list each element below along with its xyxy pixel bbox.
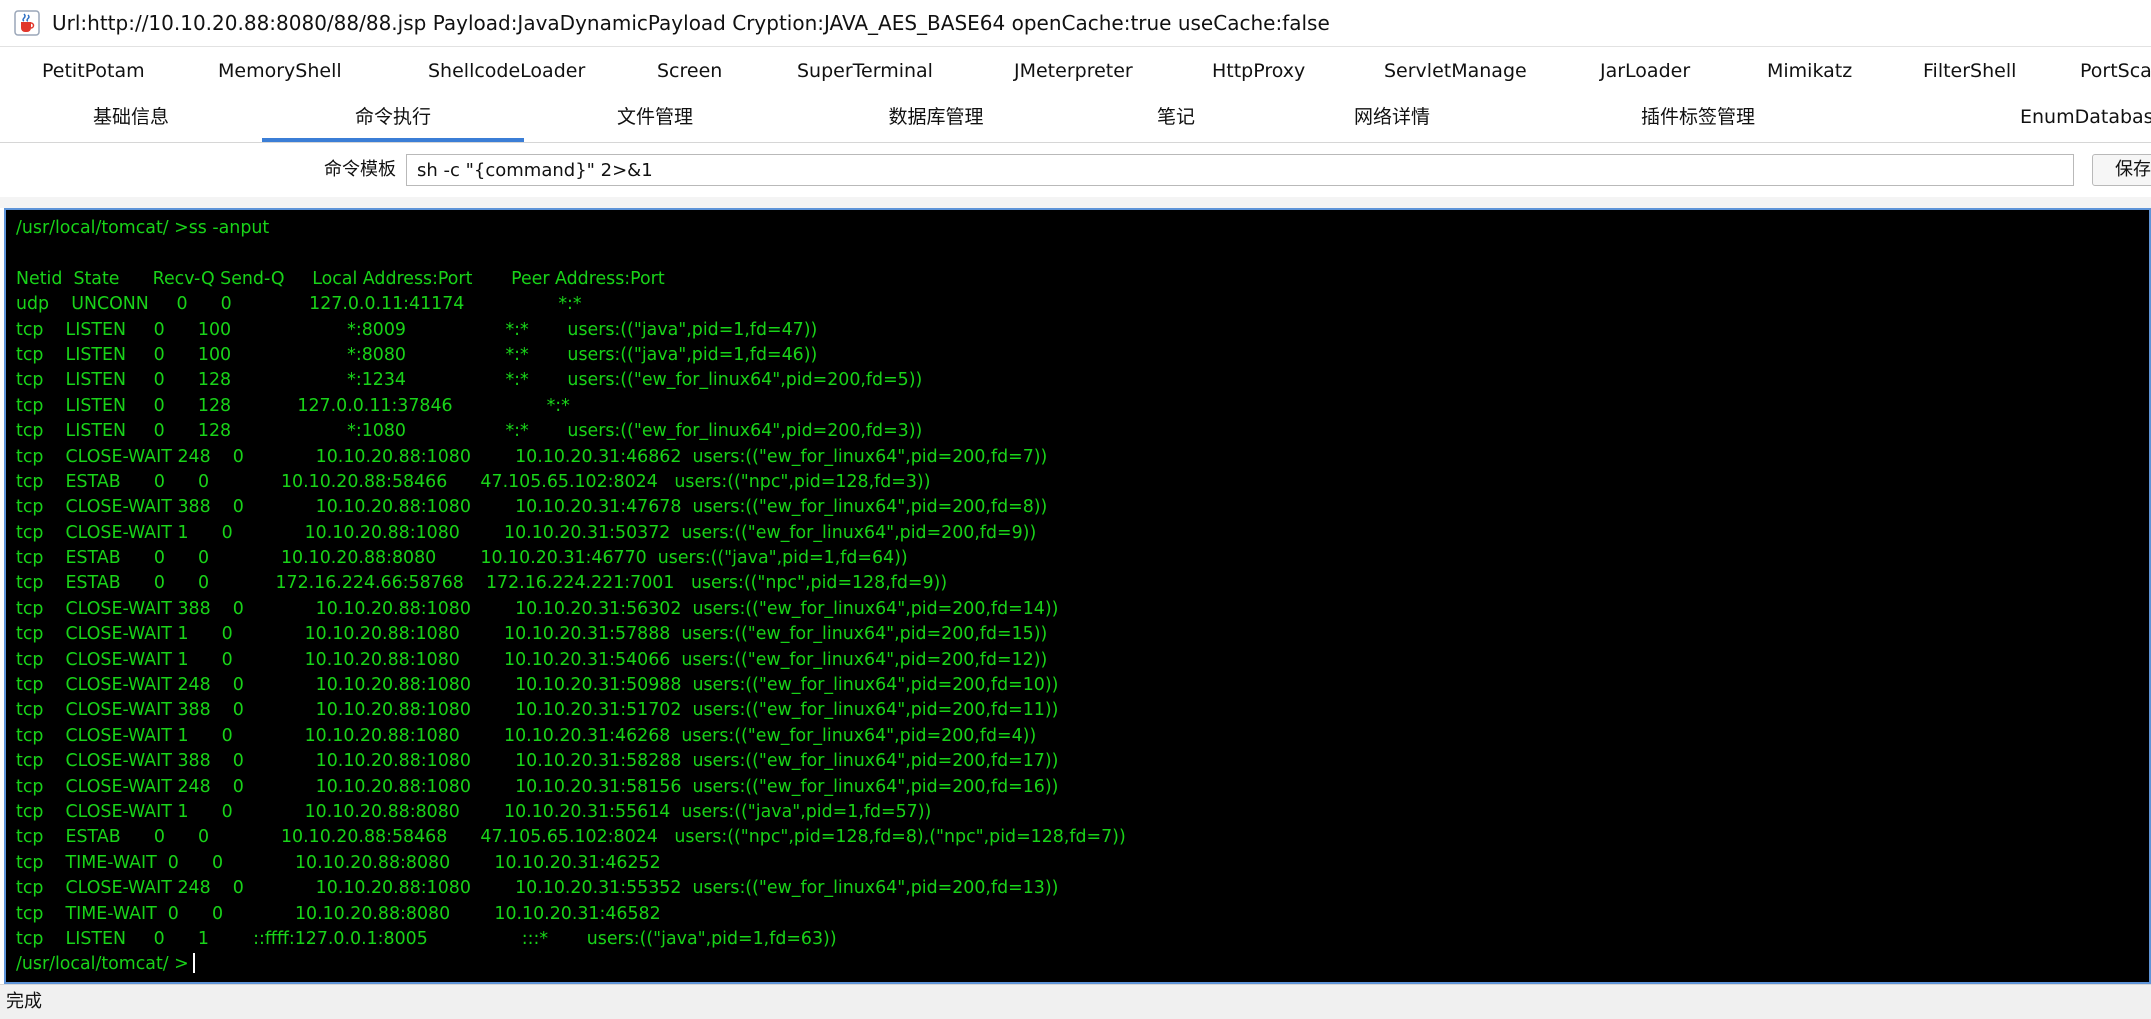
terminal-line: tcp CLOSE-WAIT 248 0 10.10.20.88:1080 10… <box>16 776 1059 797</box>
terminal-line: tcp CLOSE-WAIT 1 0 10.10.20.88:1080 10.1… <box>16 649 1048 670</box>
terminal-line: tcp CLOSE-WAIT 1 0 10.10.20.88:1080 10.1… <box>16 522 1037 543</box>
command-template-label: 命令模板 <box>324 159 396 180</box>
terminal-line: /usr/local/tomcat/ >ss -anput <box>16 218 270 238</box>
terminal-line: tcp LISTEN 0 100 *:8080 *:* users:(("jav… <box>16 344 818 365</box>
tab-httpproxy[interactable]: HttpProxy <box>1212 47 1305 95</box>
tab-mimikatz[interactable]: Mimikatz <box>1767 47 1852 95</box>
tab-enumdatabase[interactable]: EnumDatabase <box>2020 94 2151 142</box>
tab-superterminal[interactable]: SuperTerminal <box>797 47 933 95</box>
tab-petitpotam[interactable]: PetitPotam <box>42 47 145 95</box>
plugin-tab-bar: PetitPotam MemoryShell ShellcodeLoader S… <box>0 46 2151 95</box>
terminal-line: tcp CLOSE-WAIT 1 0 10.10.20.88:1080 10.1… <box>16 624 1048 645</box>
terminal-line: tcp LISTEN 0 1 ::ffff:127.0.0.1:8005 :::… <box>16 928 837 949</box>
save-button[interactable]: 保存 <box>2092 154 2151 186</box>
java-cup-icon <box>14 10 40 36</box>
tab-notes[interactable]: 笔记 <box>1086 94 1266 142</box>
main-tab-bar: 基础信息 命令执行 文件管理 数据库管理 笔记 网络详情 插件标签管理 Enum… <box>0 94 2151 143</box>
terminal-line: tcp ESTAB 0 0 10.10.20.88:8080 10.10.20.… <box>16 548 908 569</box>
status-bar: 完成 <box>0 984 2151 1019</box>
app-window: Url:http://10.10.20.88:8080/88/88.jsp Pa… <box>0 0 2151 1019</box>
tab-basic-info[interactable]: 基础信息 <box>0 94 262 142</box>
terminal-lines: /usr/local/tomcat/ >ss -anput Netid State… <box>16 216 1126 978</box>
terminal-line: tcp CLOSE-WAIT 248 0 10.10.20.88:1080 10… <box>16 878 1059 899</box>
terminal-line: tcp CLOSE-WAIT 1 0 10.10.20.88:8080 10.1… <box>16 801 932 822</box>
tab-shellcodeloader[interactable]: ShellcodeLoader <box>428 47 585 95</box>
status-text: 完成 <box>6 991 42 1012</box>
terminal-line: tcp CLOSE-WAIT 1 0 10.10.20.88:1080 10.1… <box>16 725 1037 746</box>
tab-file-manager[interactable]: 文件管理 <box>524 94 786 142</box>
tab-network-details[interactable]: 网络详情 <box>1266 94 1518 142</box>
tab-command-exec[interactable]: 命令执行 <box>262 94 524 142</box>
tab-jmeterpreter[interactable]: JMeterpreter <box>1014 47 1133 95</box>
terminal-line: tcp TIME-WAIT 0 0 10.10.20.88:8080 10.10… <box>16 852 661 873</box>
terminal-line: tcp ESTAB 0 0 10.10.20.88:58466 47.105.6… <box>16 471 931 492</box>
terminal-line: tcp ESTAB 0 0 10.10.20.88:58468 47.105.6… <box>16 827 1126 848</box>
terminal-line: tcp LISTEN 0 128 *:1080 *:* users:(("ew_… <box>16 421 923 442</box>
terminal-line: tcp TIME-WAIT 0 0 10.10.20.88:8080 10.10… <box>16 903 661 924</box>
terminal-line: tcp CLOSE-WAIT 248 0 10.10.20.88:1080 10… <box>16 675 1059 696</box>
tab-plugin-tag-manager[interactable]: 插件标签管理 <box>1518 94 1878 142</box>
text-cursor <box>192 953 195 974</box>
tab-portscan[interactable]: PortScan <box>2080 47 2151 95</box>
terminal-output[interactable]: /usr/local/tomcat/ >ss -anput Netid State… <box>4 208 2151 984</box>
window-title: Url:http://10.10.20.88:8080/88/88.jsp Pa… <box>52 11 1330 35</box>
tab-database-manager[interactable]: 数据库管理 <box>786 94 1086 142</box>
title-bar: Url:http://10.10.20.88:8080/88/88.jsp Pa… <box>0 0 2151 46</box>
terminal-line: tcp CLOSE-WAIT 388 0 10.10.20.88:1080 10… <box>16 751 1059 772</box>
terminal-line: tcp CLOSE-WAIT 248 0 10.10.20.88:1080 10… <box>16 446 1048 467</box>
tab-memoryshell[interactable]: MemoryShell <box>218 47 342 95</box>
terminal-line: tcp LISTEN 0 128 127.0.0.11:37846 *:* <box>16 395 570 416</box>
terminal-line: tcp ESTAB 0 0 172.16.224.66:58768 172.16… <box>16 573 948 594</box>
terminal-line: tcp LISTEN 0 128 *:1234 *:* users:(("ew_… <box>16 370 923 391</box>
terminal-line: /usr/local/tomcat/ > <box>16 952 1126 977</box>
drag-handle-icon <box>1259 199 1279 233</box>
terminal-line: tcp LISTEN 0 100 *:8009 *:* users:(("jav… <box>16 319 818 340</box>
terminal-line: tcp CLOSE-WAIT 388 0 10.10.20.88:1080 10… <box>16 700 1059 721</box>
split-pane-divider[interactable] <box>0 197 2151 233</box>
terminal-line: Netid State Recv-Q Send-Q Local Address:… <box>16 268 665 289</box>
terminal-line: tcp CLOSE-WAIT 388 0 10.10.20.88:1080 10… <box>16 598 1059 619</box>
terminal-line: tcp CLOSE-WAIT 388 0 10.10.20.88:1080 10… <box>16 497 1048 518</box>
tab-servletmanage[interactable]: ServletManage <box>1384 47 1527 95</box>
command-template-row: 命令模板 sh -c "{command}" 2>&1 保存 <box>0 143 2151 197</box>
tab-screen[interactable]: Screen <box>657 47 722 95</box>
terminal-line: udp UNCONN 0 0 127.0.0.11:41174 *:* <box>16 294 582 315</box>
command-template-input[interactable]: sh -c "{command}" 2>&1 <box>406 154 2074 186</box>
tab-jarloader[interactable]: JarLoader <box>1600 47 1690 95</box>
tab-filtershell[interactable]: FilterShell <box>1923 47 2016 95</box>
